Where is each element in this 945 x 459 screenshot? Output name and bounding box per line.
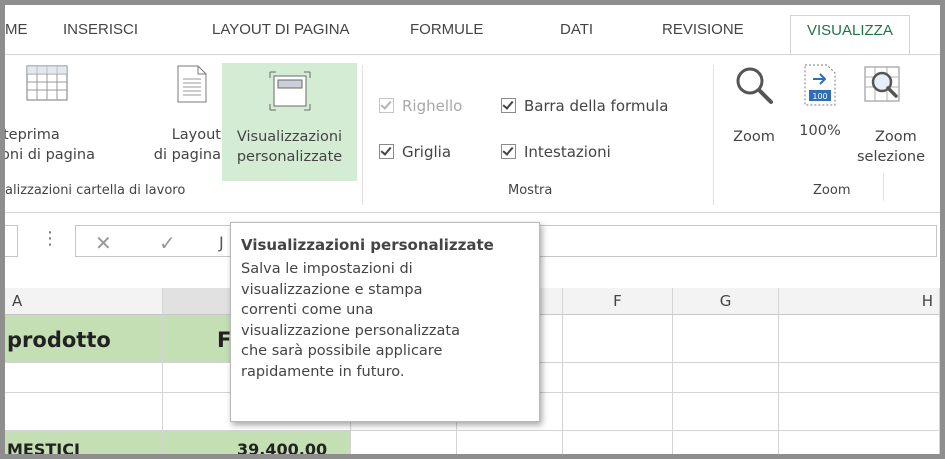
cell[interactable] [779, 363, 940, 393]
custom-views-button[interactable]: Visualizzazioni personalizzate [222, 63, 357, 181]
tab-dati[interactable]: DATI [560, 21, 593, 38]
page-layout-button[interactable]: Layout di pagina [137, 65, 221, 177]
tab-inserisci[interactable]: INSERISCI [63, 21, 138, 38]
column-header-g[interactable]: G [673, 288, 779, 315]
tooltip-line: correnti come una [241, 302, 374, 318]
page-break-preview-line2: ioni di pagina [5, 147, 95, 163]
checkbox-checked-icon [501, 144, 516, 159]
page-break-preview-line1: teprima [5, 127, 60, 143]
cell[interactable] [457, 431, 563, 454]
tab-layout-di-pagina[interactable]: LAYOUT DI PAGINA [212, 21, 350, 38]
checkbox-checked-icon [501, 98, 516, 113]
cell[interactable] [779, 393, 940, 431]
custom-views-icon [269, 71, 310, 111]
cell[interactable] [5, 393, 163, 431]
custom-views-tooltip: Visualizzazioni personalizzate Salva le … [230, 222, 540, 422]
column-header-a[interactable]: A [5, 288, 163, 315]
column-header-h[interactable]: H [779, 288, 940, 315]
page-layout-line2: di pagina [153, 147, 221, 163]
column-header-f[interactable]: F [563, 288, 673, 315]
group-separator [362, 65, 363, 205]
zoom-100-icon: 100 [804, 64, 836, 106]
tooltip-line: visualizzazione personalizzata [241, 322, 460, 339]
ruler-checkbox[interactable]: Righello [379, 97, 462, 115]
enter-icon[interactable]: ✓ [159, 231, 176, 255]
cell[interactable] [351, 431, 457, 454]
cell-text-b4: 39.400,00 [237, 440, 328, 454]
svg-text:100: 100 [812, 92, 827, 101]
page-break-preview-button[interactable]: teprima ioni di pagina [5, 65, 97, 177]
cell[interactable] [563, 431, 673, 454]
tab-home[interactable]: ME [5, 21, 28, 38]
headings-checkbox[interactable]: Intestazioni [501, 143, 611, 161]
name-box[interactable] [5, 225, 18, 257]
tooltip-line: Salva le impostazioni di [241, 261, 413, 277]
zoom-selection-line2: selezione [857, 149, 926, 165]
show-group-label: Mostra [508, 183, 553, 198]
magnifier-icon [736, 67, 773, 104]
page-layout-icon [177, 65, 207, 103]
cell[interactable] [673, 315, 779, 363]
cell[interactable] [563, 393, 673, 431]
formula-bar-checkbox[interactable]: Barra della formula [501, 97, 668, 115]
views-group-label: alizzazioni cartella di lavoro [5, 183, 186, 198]
zoom-button[interactable]: Zoom [723, 65, 785, 177]
zoom-label: Zoom [733, 129, 775, 145]
page-break-preview-icon [26, 65, 68, 101]
tab-formule[interactable]: FORMULE [410, 21, 483, 38]
cell-text-a4: MESTICI [7, 440, 80, 454]
cell[interactable] [563, 363, 673, 393]
more-options-icon[interactable]: ⋮ [41, 228, 59, 249]
cancel-icon[interactable]: ✕ [95, 231, 112, 255]
ribbon: teprima ioni di pagina Layout di pagina … [5, 55, 940, 213]
cell[interactable] [673, 431, 779, 454]
cell[interactable] [5, 363, 163, 393]
tab-visualizza[interactable]: VISUALIZZA [790, 15, 910, 55]
tooltip-body: Salva le impostazioni di visualizzazione… [241, 259, 539, 382]
cell-text-prodotto: prodotto [7, 328, 111, 352]
tab-revisione[interactable]: REVISIONE [662, 21, 744, 38]
custom-views-line1: Visualizzazioni [236, 129, 343, 145]
zoom-selection-button[interactable]: Zoom selezione [857, 65, 940, 177]
ribbon-tab-bar: ME INSERISCI LAYOUT DI PAGINA FORMULE DA… [5, 5, 940, 55]
zoom-100-label: 100% [799, 123, 841, 139]
zoom-group-label: Zoom [813, 183, 851, 198]
group-separator [883, 173, 884, 201]
tooltip-line: visualizzazione e stampa [241, 281, 423, 298]
excel-window: ME INSERISCI LAYOUT DI PAGINA FORMULE DA… [5, 5, 940, 454]
cell[interactable] [779, 431, 940, 454]
checkbox-checked-icon [379, 98, 394, 113]
tooltip-title: Visualizzazioni personalizzate [241, 236, 494, 254]
checkbox-checked-icon [379, 144, 394, 159]
cell[interactable] [673, 363, 779, 393]
page-layout-line1: Layout [171, 127, 221, 143]
zoom-100-button[interactable]: 100 100% [793, 63, 847, 175]
tooltip-line: rapidamente in futuro. [241, 363, 405, 380]
custom-views-line2: personalizzate [236, 149, 343, 165]
cell[interactable] [563, 315, 673, 363]
tooltip-line: che sarà possibile applicare [241, 343, 443, 359]
insert-function-icon[interactable]: J [219, 233, 224, 252]
group-separator [713, 65, 714, 205]
cell[interactable] [779, 315, 940, 363]
gridlines-checkbox[interactable]: Griglia [379, 143, 451, 161]
cell[interactable] [673, 393, 779, 431]
zoom-selection-icon [864, 66, 900, 102]
zoom-selection-line1: Zoom [875, 129, 917, 145]
